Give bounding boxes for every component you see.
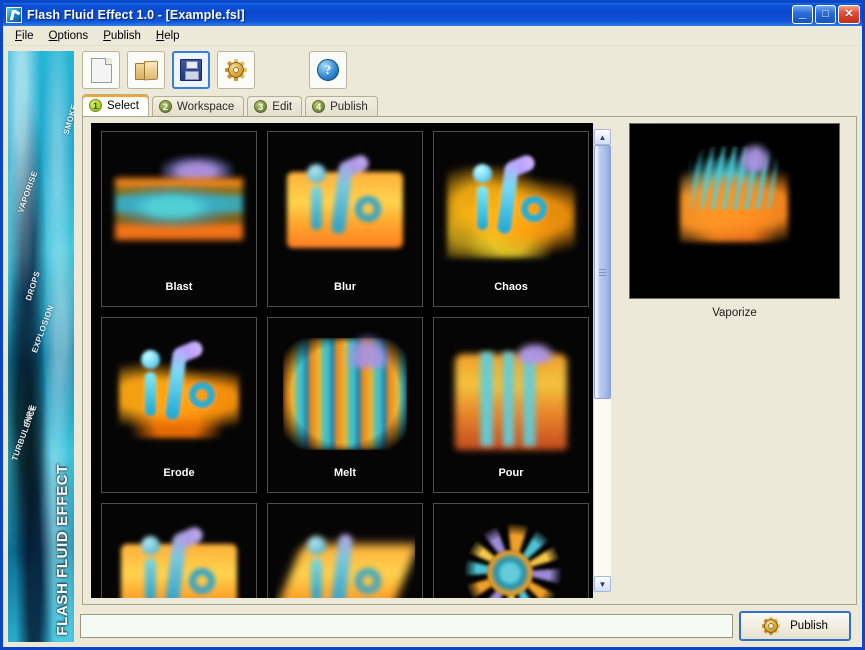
app-logo-icon (6, 7, 22, 23)
menu-options-rest: ptions (58, 30, 89, 42)
window-title: Flash Fluid Effect 1.0 - [Example.fsl] (27, 8, 245, 22)
effect-label: Chaos (494, 281, 528, 293)
menu-bar: File Options Publish Help (3, 26, 862, 46)
help-glyph: ? (318, 60, 338, 80)
menu-item-help[interactable]: Help (150, 28, 189, 44)
menu-file-accel: F (15, 30, 22, 42)
publish-button[interactable]: Publish (739, 611, 851, 641)
maximize-button[interactable]: □ (815, 5, 836, 24)
menu-item-publish[interactable]: Publish (97, 28, 150, 44)
effect-thumbnail[interactable] (433, 503, 589, 598)
effect-artwork-erode (109, 324, 249, 460)
effect-label: Blur (334, 281, 356, 293)
tab-edit-label: Edit (272, 101, 292, 113)
preview-label: Vaporize (712, 307, 757, 319)
effect-artwork-chaos (441, 138, 581, 274)
effect-thumbnail[interactable]: Erode (101, 317, 257, 493)
toolbar: ? (74, 46, 857, 94)
scroll-up-arrow-icon[interactable]: ▲ (594, 129, 611, 145)
banner-keyword-explosion: EXPLOSION (30, 304, 56, 354)
banner-title: FLASH FLUID EFFECT (54, 464, 71, 636)
menu-item-options[interactable]: Options (43, 28, 98, 44)
scrollbar-thumb[interactable] (594, 145, 611, 399)
effect-thumbnail[interactable]: Pour (433, 317, 589, 493)
settings-button[interactable] (217, 51, 255, 89)
tab-select-number: 1 (89, 99, 102, 112)
effect-artwork-pour (441, 324, 581, 460)
menu-options-accel: O (49, 30, 58, 42)
preview-artwork-vaporize[interactable] (629, 123, 840, 299)
effects-grid[interactable]: Blast Blur (91, 123, 593, 598)
effect-label: Melt (334, 467, 356, 479)
effect-artwork-spiral (441, 510, 581, 598)
close-button[interactable]: ✕ (838, 5, 860, 24)
effect-artwork-melt (275, 324, 415, 460)
tab-select[interactable]: 1 Select (82, 94, 149, 116)
effects-grid-wrapper: Blast Blur (83, 117, 615, 604)
effect-artwork-ripple (109, 510, 249, 598)
effect-thumbnail[interactable]: Blast (101, 131, 257, 307)
tab-edit-number: 3 (254, 100, 267, 113)
main-region: ? 1 Select 2 Workspace 3 Edit (74, 46, 862, 647)
open-folder-icon (135, 61, 158, 80)
banner-keyword-smoke: SMOKE (61, 103, 74, 136)
tab-publish-number: 4 (312, 100, 325, 113)
window-body: SMOKE VAPORISE DROPS EXPLOSION FIRE TURB… (3, 46, 862, 647)
scrollbar-track[interactable] (594, 145, 611, 576)
menu-help-accel: H (156, 30, 164, 42)
save-file-button[interactable] (172, 51, 210, 89)
tab-publish-label: Publish (330, 101, 368, 113)
help-button[interactable]: ? (309, 51, 347, 89)
effect-thumbnail[interactable] (101, 503, 257, 598)
effect-artwork-shear (275, 510, 415, 598)
window-controls: _ □ ✕ (792, 5, 860, 24)
vertical-scrollbar[interactable]: ▲ ▼ (593, 129, 611, 592)
effect-label: Blast (166, 281, 193, 293)
side-banner: SMOKE VAPORISE DROPS EXPLOSION FIRE TURB… (8, 51, 74, 642)
publish-button-label: Publish (790, 620, 828, 632)
status-input[interactable] (80, 614, 733, 638)
banner-keyword-vaporise: VAPORISE (16, 170, 39, 214)
content-panel: Blast Blur (82, 116, 857, 605)
maximize-icon: □ (816, 6, 835, 23)
close-icon: ✕ (839, 6, 859, 23)
tab-publish[interactable]: 4 Publish (305, 96, 378, 116)
menu-publish-accel: P (103, 30, 111, 42)
scroll-down-arrow-icon[interactable]: ▼ (594, 576, 611, 592)
gear-icon (225, 59, 247, 81)
effect-thumbnail[interactable]: Melt (267, 317, 423, 493)
menu-file-rest: ile (22, 30, 34, 42)
banner-keyword-drops: DROPS (24, 270, 42, 302)
new-document-button[interactable] (82, 51, 120, 89)
tab-workspace-number: 2 (159, 100, 172, 113)
tab-select-label: Select (107, 100, 139, 112)
application-window: Flash Fluid Effect 1.0 - [Example.fsl] _… (0, 0, 865, 650)
effect-thumbnail[interactable]: Chaos (433, 131, 589, 307)
save-floppy-icon (180, 59, 202, 81)
menu-publish-rest: ublish (111, 30, 141, 42)
open-file-button[interactable] (127, 51, 165, 89)
tab-edit[interactable]: 3 Edit (247, 96, 302, 116)
preview-panel: Vaporize (615, 117, 856, 604)
bottom-bar: Publish (74, 605, 857, 647)
new-document-icon (91, 58, 112, 83)
menu-item-file[interactable]: File (9, 28, 43, 44)
tab-strip: 1 Select 2 Workspace 3 Edit 4 Publish (74, 94, 857, 116)
effect-label: Pour (498, 467, 523, 479)
tab-workspace-label: Workspace (177, 101, 234, 113)
tab-workspace[interactable]: 2 Workspace (152, 96, 244, 116)
help-question-icon: ? (317, 59, 339, 81)
effect-artwork-blast (109, 138, 249, 274)
effect-thumbnail[interactable] (267, 503, 423, 598)
minimize-button[interactable]: _ (792, 5, 813, 24)
gear-icon (762, 617, 780, 635)
effect-thumbnail[interactable]: Blur (267, 131, 423, 307)
scrollbar-grip-icon (599, 269, 606, 276)
minimize-icon: _ (793, 6, 812, 19)
effect-label: Erode (163, 467, 194, 479)
effect-artwork-blur (275, 138, 415, 274)
menu-help-rest: elp (164, 30, 179, 42)
title-bar: Flash Fluid Effect 1.0 - [Example.fsl] _… (3, 3, 862, 26)
